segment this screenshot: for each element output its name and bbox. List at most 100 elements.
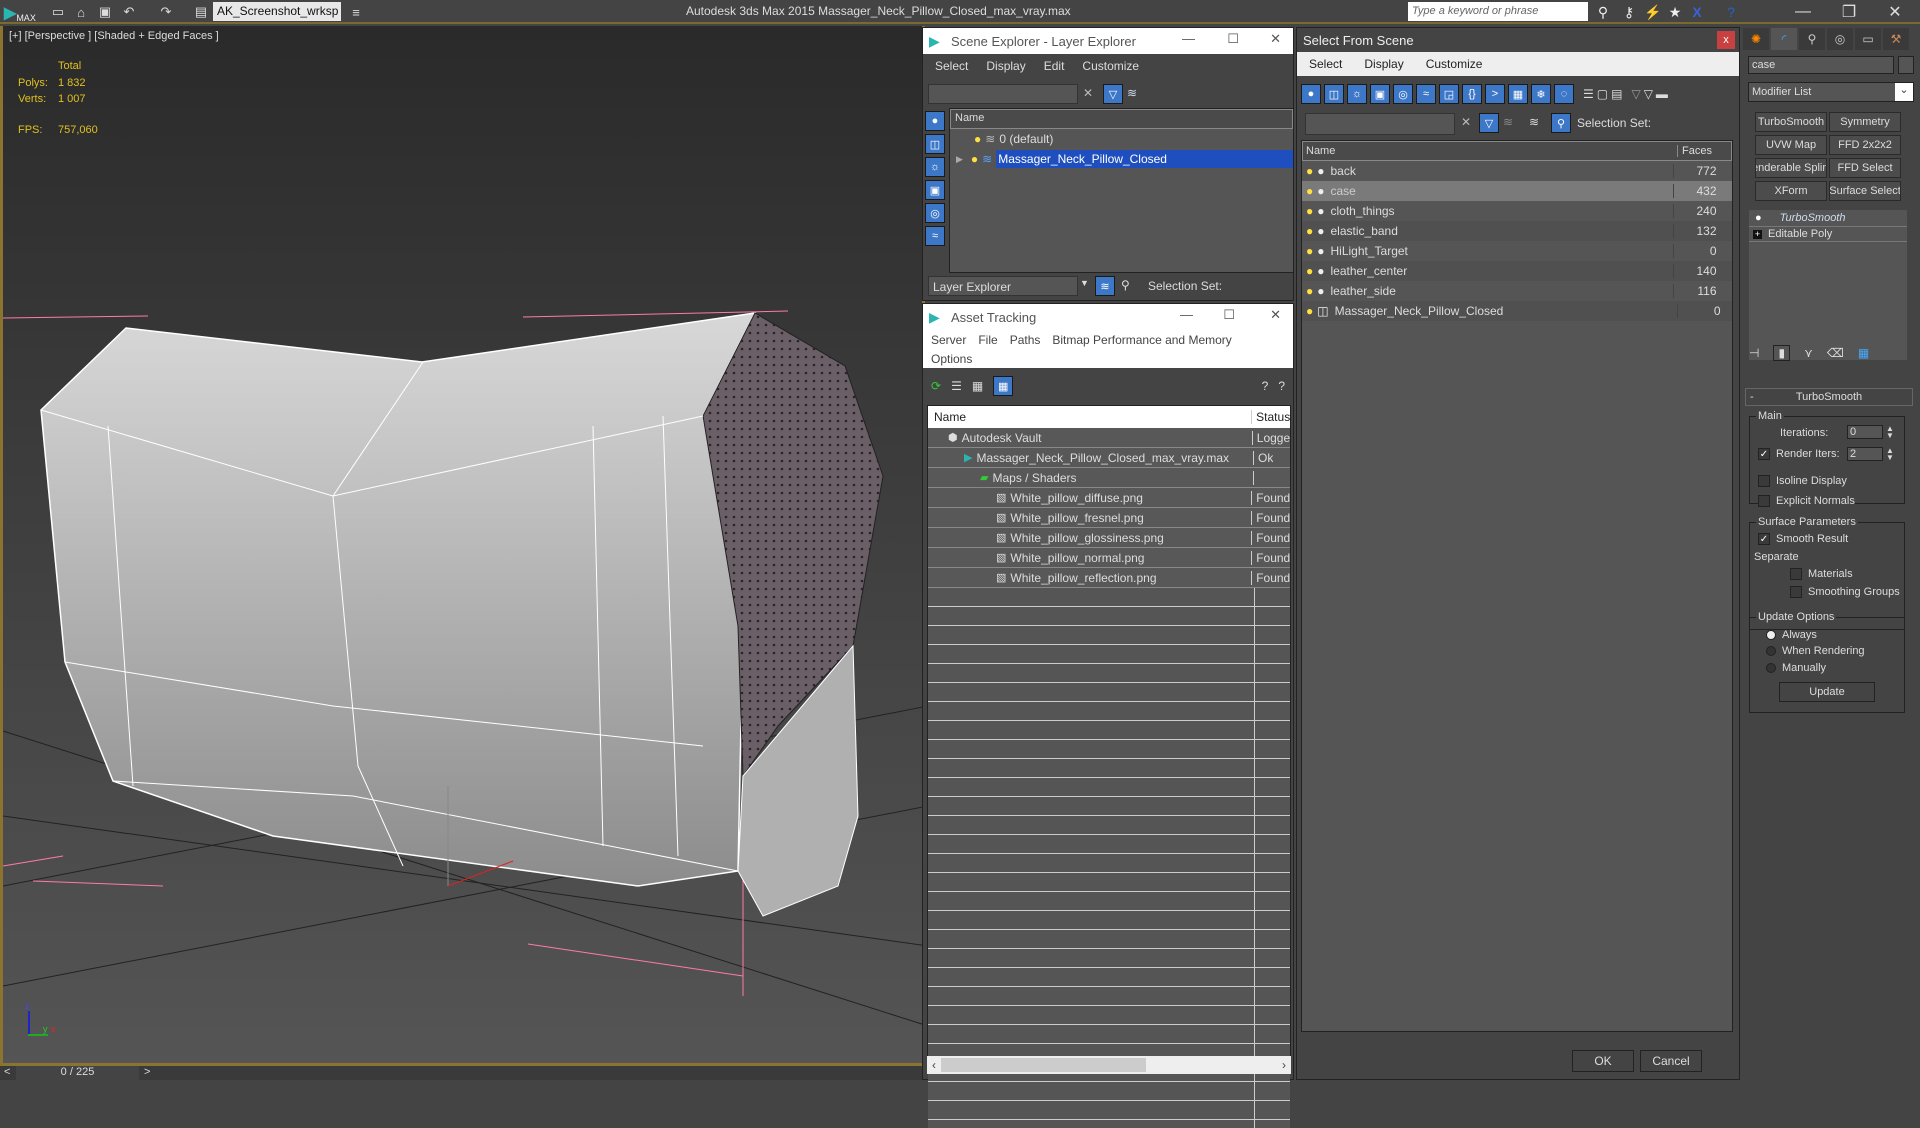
checkbox-unchecked[interactable] bbox=[1758, 475, 1770, 487]
viewport-label[interactable]: [+] [Perspective ] [Shaded + Edged Faces… bbox=[9, 30, 219, 42]
cameras-filter-icon[interactable]: ▣ bbox=[1370, 84, 1390, 104]
asset-row[interactable]: ▶ Massager_Neck_Pillow_Closed_max_vray.ma… bbox=[928, 448, 1290, 468]
binoculars-icon[interactable]: ⚲ bbox=[1592, 2, 1614, 22]
lights-filter-icon[interactable]: ☼ bbox=[925, 157, 945, 177]
toolbar-options-icon[interactable]: ≡ bbox=[345, 2, 367, 22]
light-bulb-icon[interactable]: ● bbox=[1306, 284, 1313, 298]
expand-arrow-icon[interactable]: ▶ bbox=[956, 154, 963, 165]
update-button[interactable]: Update bbox=[1779, 682, 1875, 702]
clear-search-icon[interactable]: ✕ bbox=[1083, 86, 1093, 100]
menu-file[interactable]: File bbox=[978, 333, 997, 347]
app-menu-button[interactable]: ▶ MAX bbox=[4, 1, 40, 23]
layer-view-icon[interactable]: ≋ bbox=[1529, 115, 1539, 129]
materials-checkbox[interactable]: Materials bbox=[1790, 568, 1853, 580]
minimize-icon[interactable]: — bbox=[1180, 307, 1193, 322]
iterations-spinner[interactable]: 0 bbox=[1847, 425, 1883, 439]
scene-explorer-titlebar[interactable]: ▶ Scene Explorer - Layer Explorer — ☐ ✕ bbox=[923, 28, 1293, 54]
column-header-faces[interactable]: Faces bbox=[1678, 145, 1712, 157]
asset-row[interactable]: ▧ White_pillow_normal.png Found bbox=[928, 548, 1290, 568]
asset-row[interactable]: ▧ White_pillow_reflection.png Found bbox=[928, 568, 1290, 588]
filter-icon[interactable]: ▽ bbox=[1479, 113, 1499, 133]
update-when-rendering-radio[interactable]: When Rendering bbox=[1766, 645, 1865, 657]
prev-frame-button[interactable]: < bbox=[4, 1066, 10, 1078]
motion-tab-icon[interactable]: ◎ bbox=[1827, 28, 1853, 50]
object-row[interactable]: ● ● cloth_things 240 bbox=[1302, 201, 1732, 221]
undo-icon[interactable]: ↶ bbox=[118, 2, 140, 22]
menu-edit[interactable]: Edit bbox=[1044, 59, 1065, 73]
checkbox-checked[interactable]: ✓ bbox=[1758, 533, 1770, 545]
column-header-name[interactable]: Name bbox=[1303, 145, 1678, 157]
configure-modifier-sets-icon[interactable]: ▦ bbox=[1858, 346, 1869, 360]
spacewarps-filter-icon[interactable]: ≈ bbox=[1416, 84, 1436, 104]
xrefs-filter-icon[interactable]: {} bbox=[1462, 84, 1482, 104]
scene-explorer-search[interactable] bbox=[928, 84, 1078, 104]
pin-stack-icon[interactable]: ⊣ bbox=[1749, 346, 1759, 360]
modifier-list-dropdown[interactable]: Modifier List ⌄ bbox=[1748, 82, 1914, 102]
key-icon[interactable]: ⚷ bbox=[1618, 2, 1640, 22]
object-color-swatch[interactable] bbox=[1898, 56, 1914, 74]
find-input[interactable] bbox=[1305, 113, 1455, 135]
layer-add-icon[interactable]: ≋ bbox=[1503, 115, 1513, 129]
advanced-filter-icon[interactable]: ▽ bbox=[1644, 87, 1653, 101]
select-none-icon[interactable]: ▢ bbox=[1597, 87, 1608, 101]
tree-view-icon[interactable]: ▦ bbox=[972, 379, 983, 393]
scrollbar-thumb[interactable] bbox=[941, 1058, 1146, 1072]
light-bulb-icon[interactable]: ● bbox=[1306, 304, 1313, 318]
update-always-radio[interactable]: Always bbox=[1766, 629, 1817, 641]
display-tab-icon[interactable]: ▭ bbox=[1855, 28, 1881, 50]
maximize-icon[interactable]: ☐ bbox=[1227, 31, 1239, 47]
geometry-filter-icon[interactable]: ● bbox=[1301, 84, 1321, 104]
new-file-icon[interactable]: ▭ bbox=[47, 2, 69, 22]
show-end-result-icon[interactable]: ▮ bbox=[1773, 345, 1791, 361]
layer-view-icon[interactable]: ≋ bbox=[1095, 276, 1115, 296]
xform-button[interactable]: XForm bbox=[1755, 181, 1827, 201]
turbosmooth-rollout-header[interactable]: - TurboSmooth bbox=[1745, 388, 1913, 406]
time-slider-handle[interactable]: 0 / 225 bbox=[16, 1066, 139, 1080]
list-view-icon[interactable]: ☰ bbox=[951, 379, 962, 393]
radio-unselected[interactable] bbox=[1766, 663, 1776, 673]
light-bulb-icon[interactable]: ● bbox=[1306, 264, 1313, 278]
radio-selected[interactable] bbox=[1766, 630, 1776, 640]
hierarchy-tab-icon[interactable]: ⚲ bbox=[1799, 28, 1825, 50]
object-row[interactable]: ● ● back 772 bbox=[1302, 161, 1732, 181]
remove-modifier-icon[interactable]: ⌫ bbox=[1827, 346, 1844, 360]
object-row[interactable]: ● ● HiLight_Target 0 bbox=[1302, 241, 1732, 261]
checkbox-unchecked[interactable] bbox=[1790, 586, 1802, 598]
checkbox-unchecked[interactable] bbox=[1790, 568, 1802, 580]
cancel-button[interactable]: Cancel bbox=[1640, 1050, 1702, 1072]
checkbox-unchecked[interactable] bbox=[1758, 495, 1770, 507]
chevron-down-icon[interactable]: ▼ bbox=[1080, 278, 1089, 288]
asset-row[interactable]: ▧ White_pillow_fresnel.png Found bbox=[928, 508, 1290, 528]
perspective-viewport[interactable]: [+] [Perspective ] [Shaded + Edged Faces… bbox=[0, 26, 925, 1066]
select-invert-icon[interactable]: ▤ bbox=[1611, 87, 1622, 101]
shapes-filter-icon[interactable]: ◫ bbox=[1324, 84, 1344, 104]
refresh-icon[interactable]: ⟳ bbox=[931, 379, 941, 393]
object-row-selected[interactable]: ● ● case 432 bbox=[1302, 181, 1732, 201]
frozen-filter-icon[interactable]: ❄ bbox=[1531, 84, 1551, 104]
close-button[interactable]: x bbox=[1717, 31, 1735, 49]
menu-display[interactable]: Display bbox=[1364, 57, 1403, 71]
light-bulb-icon[interactable]: ● bbox=[1306, 224, 1313, 238]
scroll-right-icon[interactable]: › bbox=[1277, 1058, 1291, 1072]
scroll-left-icon[interactable]: ‹ bbox=[927, 1058, 941, 1072]
render-iters-checkbox[interactable]: ✓ Render Iters: bbox=[1758, 448, 1840, 460]
search-input[interactable]: Type a keyword or phrase bbox=[1408, 2, 1588, 21]
close-icon[interactable]: ✕ bbox=[1270, 307, 1281, 323]
light-bulb-icon[interactable]: ● bbox=[1306, 184, 1313, 198]
asset-tracking-titlebar[interactable]: ▶ Asset Tracking — ☐ ✕ bbox=[923, 304, 1293, 330]
object-row[interactable]: ● ● elastic_band 132 bbox=[1302, 221, 1732, 241]
geometry-filter-icon[interactable]: ● bbox=[925, 111, 945, 131]
close-icon[interactable]: ✕ bbox=[1270, 31, 1281, 47]
symmetry-button[interactable]: Symmetry bbox=[1829, 112, 1901, 132]
menu-server[interactable]: Server bbox=[931, 333, 966, 347]
lights-filter-icon[interactable]: ☼ bbox=[1347, 84, 1367, 104]
filter-icon[interactable]: ▽ bbox=[1103, 84, 1123, 104]
spinner-arrows-icon[interactable]: ▲ ▼ bbox=[1886, 425, 1894, 440]
hidden-filter-icon[interactable]: ◌ bbox=[1554, 84, 1574, 104]
exchange-icon[interactable]: X bbox=[1686, 2, 1708, 22]
menu-paths[interactable]: Paths bbox=[1010, 333, 1041, 347]
clear-search-icon[interactable]: ✕ bbox=[1461, 115, 1471, 129]
asset-row[interactable]: ▧ White_pillow_diffuse.png Found bbox=[928, 488, 1290, 508]
bones-filter-icon[interactable]: > bbox=[1485, 84, 1505, 104]
utilities-tab-icon[interactable]: ⚒ bbox=[1883, 28, 1909, 50]
